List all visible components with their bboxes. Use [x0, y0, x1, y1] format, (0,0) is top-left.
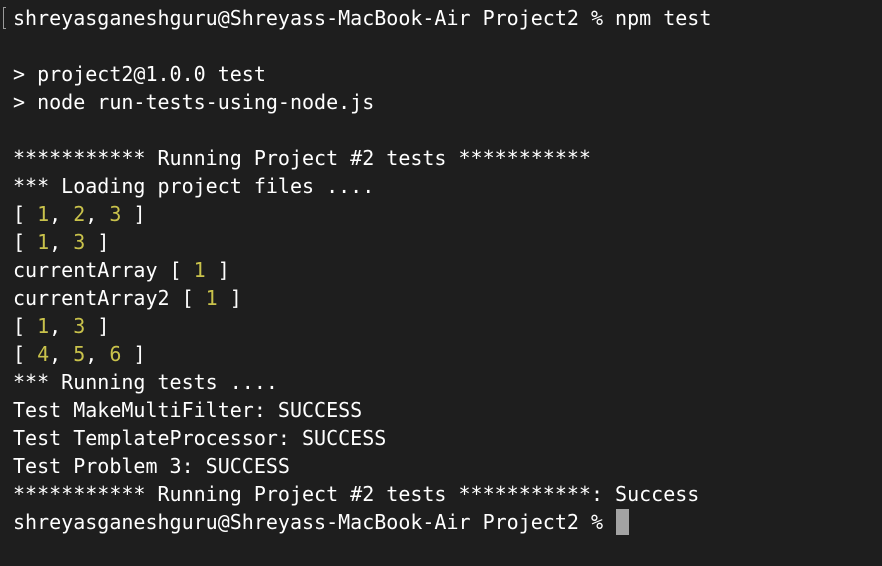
bracket-text: [ — [13, 230, 38, 254]
array-number: 1 — [37, 314, 50, 338]
array-number: 1 — [37, 202, 50, 226]
array-number: 1 — [205, 286, 218, 310]
bracket-text: ] — [121, 342, 146, 366]
bracket-text: [ — [13, 202, 38, 226]
array-output-line: [ 1, 3 ] — [13, 228, 882, 256]
running-tests-text: *** Running tests .... — [13, 370, 278, 394]
array-number: 2 — [73, 202, 86, 226]
test-result-line: Test Problem 3: SUCCESS — [13, 452, 882, 480]
running-footer-line: *********** Running Project #2 tests ***… — [13, 480, 882, 508]
bracket-text: ] — [121, 202, 146, 226]
separator-text: , — [85, 202, 110, 226]
npm-header-text: > project2@1.0.0 test — [13, 62, 266, 86]
bracket-text: [ — [13, 342, 38, 366]
bracket-text: [ — [13, 314, 38, 338]
running-tests-line: *** Running tests .... — [13, 368, 882, 396]
loading-line: *** Loading project files .... — [13, 172, 882, 200]
npm-command-text: > node run-tests-using-node.js — [13, 90, 375, 114]
prompt-line: shreyasganeshguru@Shreyass-MacBook-Air P… — [13, 4, 882, 32]
terminal-window[interactable]: shreyasganeshguru@Shreyass-MacBook-Air P… — [0, 0, 882, 566]
array-number: 1 — [193, 258, 206, 282]
final-prompt-text: shreyasganeshguru@Shreyass-MacBook-Air P… — [13, 510, 616, 534]
current-array-label: currentArray [ — [13, 258, 194, 282]
npm-command-line: > node run-tests-using-node.js — [13, 88, 882, 116]
bracket-text: ] — [85, 314, 110, 338]
running-footer-text: *********** Running Project #2 tests ***… — [13, 482, 700, 506]
bracket-text: ] — [217, 286, 242, 310]
running-header-line: *********** Running Project #2 tests ***… — [13, 144, 882, 172]
array-output-line: [ 4, 5, 6 ] — [13, 340, 882, 368]
running-header-text: *********** Running Project #2 tests ***… — [13, 146, 591, 170]
array-number: 5 — [73, 342, 86, 366]
prompt-command-text: shreyasganeshguru@Shreyass-MacBook-Air P… — [13, 6, 712, 30]
test-result-line: Test MakeMultiFilter: SUCCESS — [13, 396, 882, 424]
loading-text: *** Loading project files .... — [13, 174, 375, 198]
current-array2-label: currentArray2 [ — [13, 286, 206, 310]
cursor-block-icon[interactable] — [616, 509, 630, 535]
separator-text: , — [49, 314, 74, 338]
separator-text: , — [49, 202, 74, 226]
bracket-text: ] — [205, 258, 230, 282]
array-output-line: [ 1, 2, 3 ] — [13, 200, 882, 228]
array-output-line: [ 1, 3 ] — [13, 312, 882, 340]
array-number: 4 — [37, 342, 50, 366]
current-array-line: currentArray [ 1 ] — [13, 256, 882, 284]
array-number: 3 — [73, 314, 86, 338]
separator-text: , — [85, 342, 110, 366]
array-number: 3 — [73, 230, 86, 254]
array-number: 3 — [109, 202, 122, 226]
test-result-line: Test TemplateProcessor: SUCCESS — [13, 424, 882, 452]
test-result-text: Test TemplateProcessor: SUCCESS — [13, 426, 387, 450]
mark-bracket-icon — [3, 7, 6, 29]
final-prompt-line[interactable]: shreyasganeshguru@Shreyass-MacBook-Air P… — [13, 508, 882, 536]
npm-header-line: > project2@1.0.0 test — [13, 60, 882, 88]
test-result-text: Test MakeMultiFilter: SUCCESS — [13, 398, 363, 422]
separator-text: , — [49, 342, 74, 366]
separator-text: , — [49, 230, 74, 254]
array-number: 1 — [37, 230, 50, 254]
bracket-text: ] — [85, 230, 110, 254]
array-number: 6 — [109, 342, 122, 366]
test-result-text: Test Problem 3: SUCCESS — [13, 454, 290, 478]
current-array2-line: currentArray2 [ 1 ] — [13, 284, 882, 312]
